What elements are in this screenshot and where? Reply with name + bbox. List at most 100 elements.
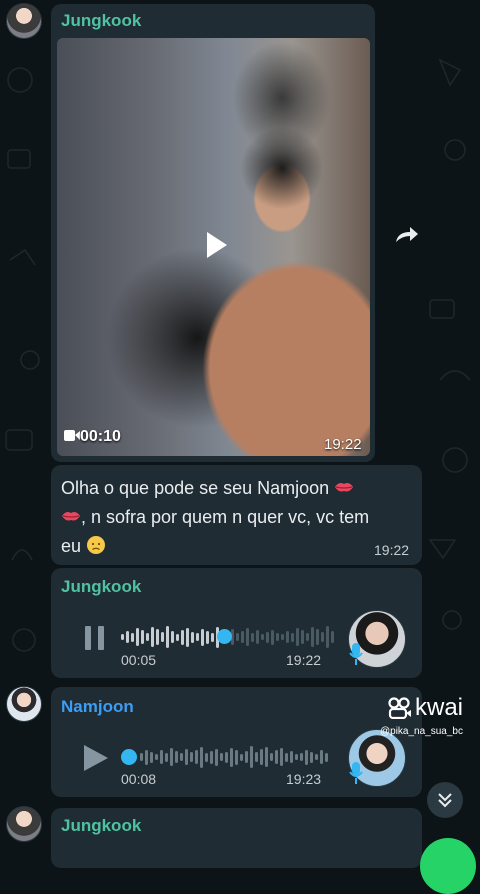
audio-position: 00:05 xyxy=(121,652,157,668)
waveform-bar xyxy=(241,631,244,643)
waveform-bar xyxy=(281,634,284,640)
video-timestamp: 19:22 xyxy=(324,436,362,453)
waveform-bar xyxy=(206,630,209,644)
waveform-bar xyxy=(161,632,164,642)
waveform-bar xyxy=(310,751,313,763)
kiss-lips-emoji xyxy=(335,483,354,492)
waveform-bar xyxy=(155,754,158,760)
waveform-bar xyxy=(175,751,178,763)
waveform-bar xyxy=(245,751,248,763)
waveform-bar xyxy=(200,746,203,768)
audio-waveform[interactable] xyxy=(140,744,328,770)
waveform-bar xyxy=(331,631,334,643)
waveform-bar xyxy=(315,754,318,760)
waveform-bar xyxy=(176,633,179,641)
waveform-bar xyxy=(246,628,249,646)
kwai-watermark: kwai xyxy=(388,694,463,722)
sender-avatar-namjoon[interactable] xyxy=(6,686,42,722)
mic-icon xyxy=(349,762,363,784)
waveform-bar xyxy=(240,753,243,761)
waveform-bar xyxy=(261,634,264,640)
pause-icon[interactable] xyxy=(83,625,107,651)
kwai-brand-text: kwai xyxy=(415,694,464,721)
waveform-bar xyxy=(305,749,308,765)
video-duration-text: 00:10 xyxy=(80,428,121,445)
waveform-bar xyxy=(181,629,184,645)
audio-timestamp: 19:23 xyxy=(286,771,322,787)
waveform-bar xyxy=(211,632,214,642)
waveform-bar xyxy=(265,747,268,767)
waveform-bar xyxy=(285,752,288,762)
message-text-line-1: Olha o que pode se seu Namjoon xyxy=(61,478,330,498)
waveform-bar xyxy=(255,752,258,762)
waveform-bar xyxy=(146,633,149,641)
waveform-bar xyxy=(180,753,183,761)
waveform-bar xyxy=(296,628,299,646)
waveform-bar xyxy=(256,630,259,644)
waveform-bar xyxy=(275,750,278,764)
waveform-bar xyxy=(210,750,213,764)
waveform-bar xyxy=(126,631,129,643)
audio-progress-knob[interactable] xyxy=(217,629,232,644)
waveform-bar xyxy=(300,753,303,761)
sad-face-emoji xyxy=(87,536,106,554)
sender-avatar-jungkook[interactable] xyxy=(6,3,42,39)
waveform-bar xyxy=(150,751,153,763)
waveform-bar xyxy=(151,627,154,647)
waveform-bar xyxy=(270,753,273,761)
waveform-bar xyxy=(230,747,233,767)
waveform-bar xyxy=(131,632,134,642)
waveform-bar xyxy=(140,753,143,761)
waveform-bar xyxy=(121,634,124,640)
sender-name[interactable]: Jungkook xyxy=(61,577,141,597)
kwai-username: @pika_na_sua_bc xyxy=(380,726,463,737)
kiss-lips-emoji xyxy=(62,512,80,521)
waveform-bar xyxy=(215,748,218,766)
waveform-bar xyxy=(191,631,194,643)
waveform-bar xyxy=(250,746,253,768)
message-text-line-2: , n sofra por quem n quer vc, vc tem xyxy=(81,507,370,527)
sender-avatar-jungkook[interactable] xyxy=(6,806,42,842)
sender-name[interactable]: Jungkook xyxy=(61,11,141,31)
waveform-bar xyxy=(321,632,324,642)
waveform-bar xyxy=(196,633,199,641)
waveform-bar xyxy=(280,748,283,766)
message-timestamp: 19:22 xyxy=(374,542,410,558)
audio-timestamp: 19:22 xyxy=(286,652,322,668)
kwai-logo-icon xyxy=(388,697,411,719)
waveform-bar xyxy=(235,749,238,765)
waveform-bar xyxy=(170,748,173,766)
waveform-bar xyxy=(320,750,323,764)
waveform-bar xyxy=(225,751,228,763)
waveform-bar xyxy=(266,631,269,643)
waveform-bar xyxy=(195,750,198,764)
floating-action-button[interactable] xyxy=(420,838,476,894)
audio-position: 00:08 xyxy=(121,771,157,787)
waveform-bar xyxy=(166,626,169,648)
waveform-bar xyxy=(276,633,279,641)
waveform-bar xyxy=(325,752,328,762)
forward-icon[interactable] xyxy=(394,224,420,244)
waveform-bar xyxy=(185,749,188,765)
chevron-double-down-icon xyxy=(438,793,452,808)
mic-icon xyxy=(349,643,363,665)
play-icon[interactable] xyxy=(197,227,233,263)
waveform-bar xyxy=(295,754,298,760)
waveform-bar xyxy=(141,630,144,644)
waveform-bar xyxy=(165,752,168,762)
waveform-bar xyxy=(201,628,204,646)
scroll-to-bottom-button[interactable] xyxy=(427,782,463,818)
video-camera-icon xyxy=(64,430,80,441)
play-icon[interactable] xyxy=(82,743,110,773)
waveform-bar xyxy=(311,627,314,647)
waveform-bar xyxy=(306,633,309,641)
sender-name[interactable]: Jungkook xyxy=(61,816,141,836)
sender-name[interactable]: Namjoon xyxy=(61,697,134,717)
message-text: Olha o que pode se seu Namjoon , n sofra… xyxy=(61,474,406,561)
waveform-bar xyxy=(205,752,208,762)
audio-progress-knob[interactable] xyxy=(121,749,137,765)
waveform-bar xyxy=(136,628,139,646)
waveform-bar xyxy=(316,629,319,645)
waveform-bar xyxy=(286,631,289,643)
waveform-bar xyxy=(171,631,174,643)
